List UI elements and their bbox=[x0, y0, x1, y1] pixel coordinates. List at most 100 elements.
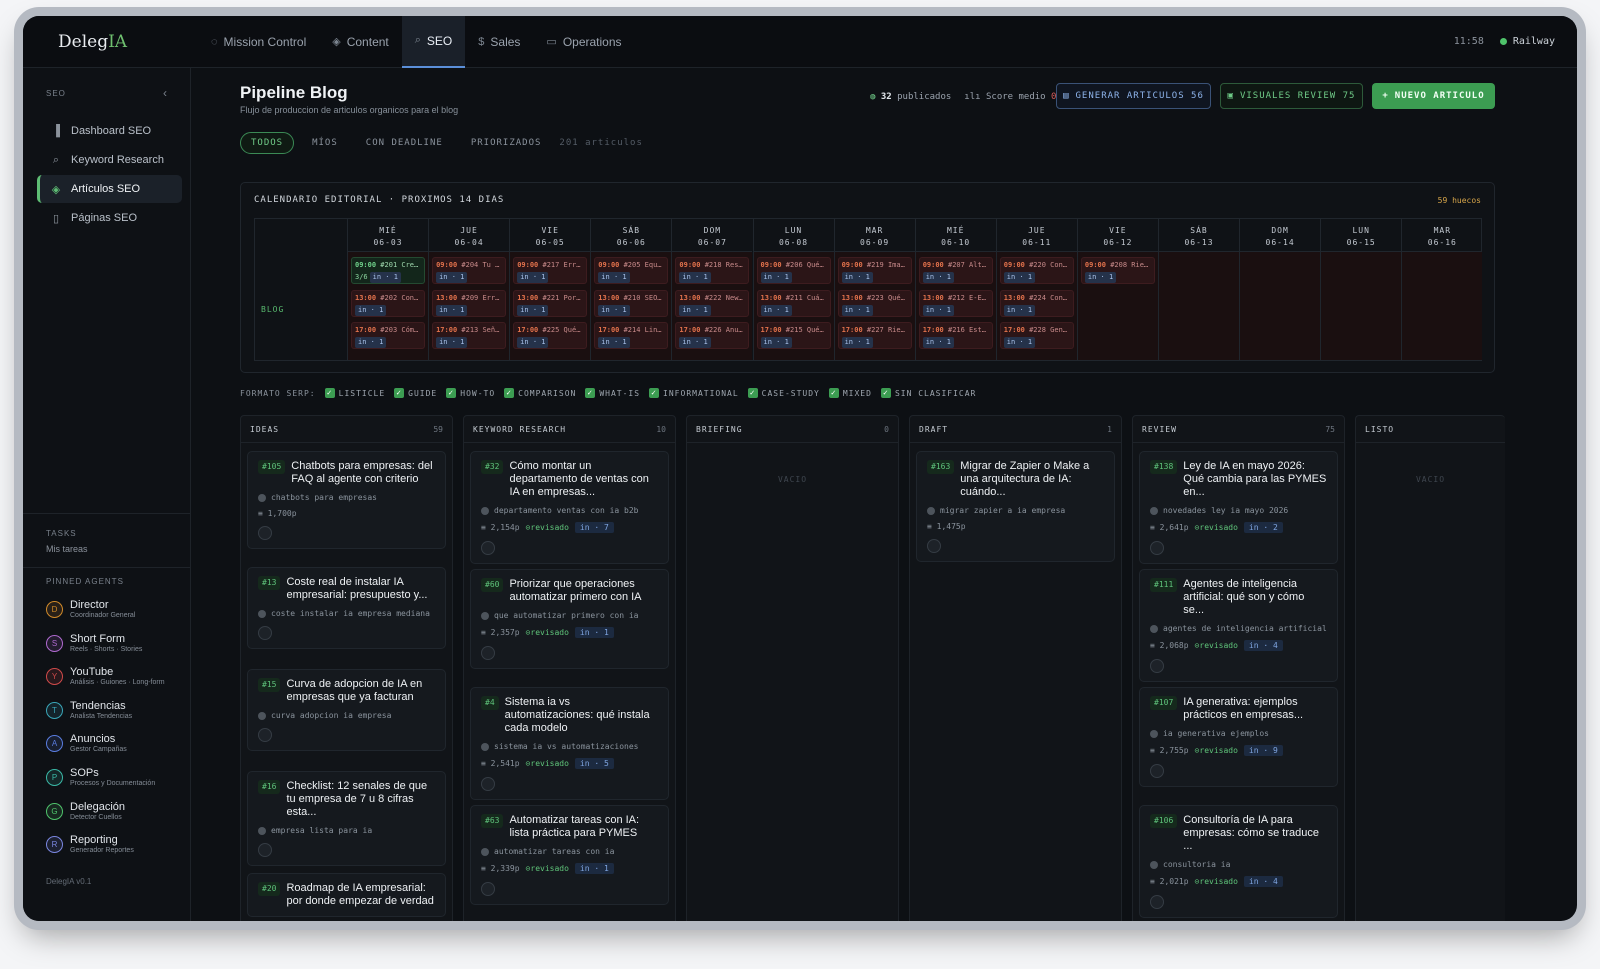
generate-articles-button[interactable]: ▤ GENERAR ARTICULOS 56 bbox=[1056, 83, 1211, 109]
serp-option-listicle[interactable]: ✓ LISTICLE bbox=[324, 388, 386, 398]
nav-tab-seo[interactable]: ⌕ SEO bbox=[401, 16, 466, 68]
pinned-agent[interactable]: R Reporting Generador Reportes bbox=[46, 834, 134, 855]
calendar-slot[interactable]: 09:00 #218 Res… in · 1 bbox=[675, 257, 750, 284]
pinned-agent[interactable]: Y YouTube Análisis · Guiones · Long-form bbox=[46, 666, 165, 687]
article-title: Automatizar tareas con IA: lista práctic… bbox=[509, 814, 640, 839]
server-status[interactable]: Railway bbox=[1499, 36, 1555, 47]
filter-tab-priorizados[interactable]: PRIORIZADOS bbox=[461, 133, 552, 153]
nav-label: Content bbox=[346, 34, 389, 49]
serp-option-informational[interactable]: ✓ INFORMATIONAL bbox=[649, 388, 739, 398]
calendar-slot[interactable]: 17:00 #213 Señ… in · 1 bbox=[432, 322, 507, 349]
article-card[interactable]: #16 Checklist: 12 senales de que tu empre… bbox=[247, 771, 446, 866]
slot-time: 13:00 bbox=[598, 293, 620, 302]
calendar-slot[interactable]: 13:00 #210 SEO… in · 1 bbox=[594, 289, 669, 317]
calendar-slot[interactable]: 13:00 #209 Err… in · 1 bbox=[432, 289, 507, 317]
assignee-avatar[interactable] bbox=[927, 539, 941, 553]
score-stat: ılı Score medio 0 bbox=[964, 92, 1057, 102]
article-card[interactable]: #15 Curva de adopcion de IA en empresas q… bbox=[247, 669, 446, 751]
assignee-avatar[interactable] bbox=[258, 843, 272, 857]
calendar-slot[interactable]: 09:00 #208 Rie… in · 1 bbox=[1080, 257, 1155, 284]
serp-option-sin-clasificar[interactable]: ✓ SIN CLASIFICAR bbox=[880, 388, 976, 398]
calendar-slot[interactable]: 17:00 #225 Qué… in · 1 bbox=[513, 322, 588, 349]
article-card[interactable]: #111 Agentes de inteligencia artificial: … bbox=[1139, 569, 1338, 682]
assignee-avatar[interactable] bbox=[1150, 541, 1164, 555]
sidebar-item-dashboard-seo[interactable]: ▐ Dashboard SEO bbox=[37, 117, 182, 145]
calendar-slot[interactable]: 09:00 #206 Qué… in · 1 bbox=[756, 257, 831, 284]
new-article-button[interactable]: + NUEVO ARTICULO bbox=[1372, 83, 1495, 109]
assignee-avatar[interactable] bbox=[258, 728, 272, 742]
calendar-slot[interactable]: 09:00 #219 Ima… in · 1 bbox=[837, 257, 912, 284]
article-card[interactable]: #4 Sistema ia vs automatizaciones: qué in… bbox=[470, 687, 669, 800]
day-name: MAR bbox=[1433, 226, 1452, 235]
article-card[interactable]: #20 Roadmap de IA empresarial: por donde … bbox=[247, 873, 446, 917]
calendar-slot[interactable]: 13:00 #211 Cuá… in · 1 bbox=[756, 289, 831, 317]
nav-tab-operations[interactable]: ▭ Operations bbox=[533, 16, 634, 68]
pinned-agent[interactable]: T Tendencias Analista Tendencias bbox=[46, 700, 132, 721]
filter-tab-míos[interactable]: MÍOS bbox=[302, 133, 348, 153]
serp-option-what-is[interactable]: ✓ WHAT-IS bbox=[585, 388, 640, 398]
assignee-avatar[interactable] bbox=[1150, 764, 1164, 778]
slot-time: 09:00 bbox=[436, 261, 458, 269]
calendar-slot[interactable]: 13:00 #223 Qué… in · 1 bbox=[837, 289, 912, 317]
calendar-slot[interactable]: 13:00 #222 New… in · 1 bbox=[675, 289, 750, 317]
column-header: LISTO bbox=[1356, 416, 1505, 443]
calendar-slot[interactable]: 09:00 #204 Tu … in · 1 bbox=[432, 257, 507, 284]
pinned-agent[interactable]: A Anuncios Gestor Campañas bbox=[46, 733, 127, 754]
article-card[interactable]: #107 IA generativa: ejemplos prácticos en… bbox=[1139, 687, 1338, 787]
calendar-slot[interactable]: 13:00 #224 Con… in · 1 bbox=[999, 289, 1074, 317]
calendar-slot[interactable]: 09:00 #207 Alt… in · 1 bbox=[918, 257, 993, 284]
calendar-slot[interactable]: 17:00 #214 Lin… in · 1 bbox=[594, 322, 669, 349]
assignee-avatar[interactable] bbox=[481, 882, 495, 896]
assignee-avatar[interactable] bbox=[481, 646, 495, 660]
article-card[interactable]: #138 Ley de IA en mayo 2026: Qué cambia p… bbox=[1139, 451, 1338, 564]
my-tasks-link[interactable]: Mis tareas bbox=[46, 544, 88, 554]
calendar-slot[interactable]: 17:00 #227 Rie… in · 1 bbox=[837, 322, 912, 349]
pinned-agent[interactable]: G Delegación Detector Cuellos bbox=[46, 801, 125, 822]
assignee-avatar[interactable] bbox=[258, 526, 272, 540]
calendar-slot[interactable]: 09:00 #220 Con… in · 1 bbox=[999, 257, 1074, 284]
calendar-slot[interactable]: 13:00 #221 Por… in · 1 bbox=[513, 289, 588, 317]
visuals-review-button[interactable]: ▣ VISUALES REVIEW 75 bbox=[1220, 83, 1363, 109]
calendar-slot[interactable]: 09:00 #201 Cre… 3/6 in · 1 bbox=[351, 257, 425, 284]
calendar-slot[interactable]: 13:00 #212 E-E… in · 1 bbox=[918, 289, 993, 317]
serp-option-mixed[interactable]: ✓ MIXED bbox=[828, 388, 872, 398]
article-card[interactable]: #32 Cómo montar un departamento de ventas… bbox=[470, 451, 669, 564]
calendar-slot[interactable]: 17:00 #226 Anu… in · 1 bbox=[675, 322, 750, 349]
calendar-slot[interactable]: 13:00 #202 Con… in · 1 bbox=[351, 289, 425, 317]
serp-option-case-study[interactable]: ✓ CASE-STUDY bbox=[747, 388, 820, 398]
calendar-slot[interactable]: 09:00 #205 Equ… in · 1 bbox=[594, 257, 669, 284]
nav-tab-sales[interactable]: $ Sales bbox=[465, 16, 533, 68]
article-card[interactable]: #13 Coste real de instalar IA empresarial… bbox=[247, 567, 446, 649]
article-card[interactable]: #106 Consultoría de IA para empresas: cóm… bbox=[1139, 805, 1338, 918]
serp-option-how-to[interactable]: ✓ HOW-TO bbox=[446, 388, 495, 398]
sidebar-item-páginas-seo[interactable]: ▯ Páginas SEO bbox=[37, 204, 182, 232]
filter-tab-con-deadline[interactable]: CON DEADLINE bbox=[356, 133, 453, 153]
assignee-avatar[interactable] bbox=[258, 626, 272, 640]
logo[interactable]: DelegIA bbox=[23, 32, 198, 52]
collapse-sidebar-icon[interactable]: ‹ bbox=[163, 86, 168, 100]
serp-option-comparison[interactable]: ✓ COMPARISON bbox=[504, 388, 576, 398]
assignee-avatar[interactable] bbox=[481, 777, 495, 791]
calendar-slot[interactable]: 17:00 #216 Est… in · 1 bbox=[918, 322, 993, 349]
nav-tab-mission-control[interactable]: ◌ Mission Control bbox=[198, 16, 319, 68]
pinned-agent[interactable]: D Director Coordinador General bbox=[46, 599, 135, 620]
pinned-agent[interactable]: S Short Form Reels · Shorts · Stories bbox=[46, 633, 142, 654]
day-slots: 09:00 #204 Tu … in · 1 13:00 #209 Err… in ·… bbox=[429, 252, 510, 360]
serp-option-guide[interactable]: ✓ GUIDE bbox=[394, 388, 437, 398]
assignee-avatar[interactable] bbox=[481, 541, 495, 555]
filter-tab-todos[interactable]: TODOS bbox=[240, 132, 295, 154]
article-card[interactable]: #60 Priorizar que operaciones automatizar… bbox=[470, 569, 669, 669]
sidebar-item-keyword-research[interactable]: ⌕ Keyword Research bbox=[37, 146, 182, 174]
calendar-slot[interactable]: 17:00 #203 Cóm… in · 1 bbox=[351, 322, 425, 349]
nav-tab-content[interactable]: ◈ Content bbox=[319, 16, 402, 68]
assignee-avatar[interactable] bbox=[1150, 659, 1164, 673]
article-card[interactable]: #63 Automatizar tareas con IA: lista prác… bbox=[470, 805, 669, 905]
calendar-slot[interactable]: 09:00 #217 Err… in · 1 bbox=[513, 257, 588, 284]
sidebar-item-artículos-seo[interactable]: ◈ Artículos SEO bbox=[37, 175, 182, 203]
calendar-slot[interactable]: 17:00 #228 Gen… in · 1 bbox=[999, 322, 1074, 349]
article-card[interactable]: #163 Migrar de Zapier o Make a una arquit… bbox=[916, 451, 1115, 562]
calendar-slot[interactable]: 17:00 #215 Qué… in · 1 bbox=[756, 322, 831, 349]
article-card[interactable]: #105 Chatbots para empresas: del FAQ al a… bbox=[247, 451, 446, 549]
pinned-agent[interactable]: P SOPs Procesos y Documentación bbox=[46, 767, 155, 788]
assignee-avatar[interactable] bbox=[1150, 895, 1164, 909]
